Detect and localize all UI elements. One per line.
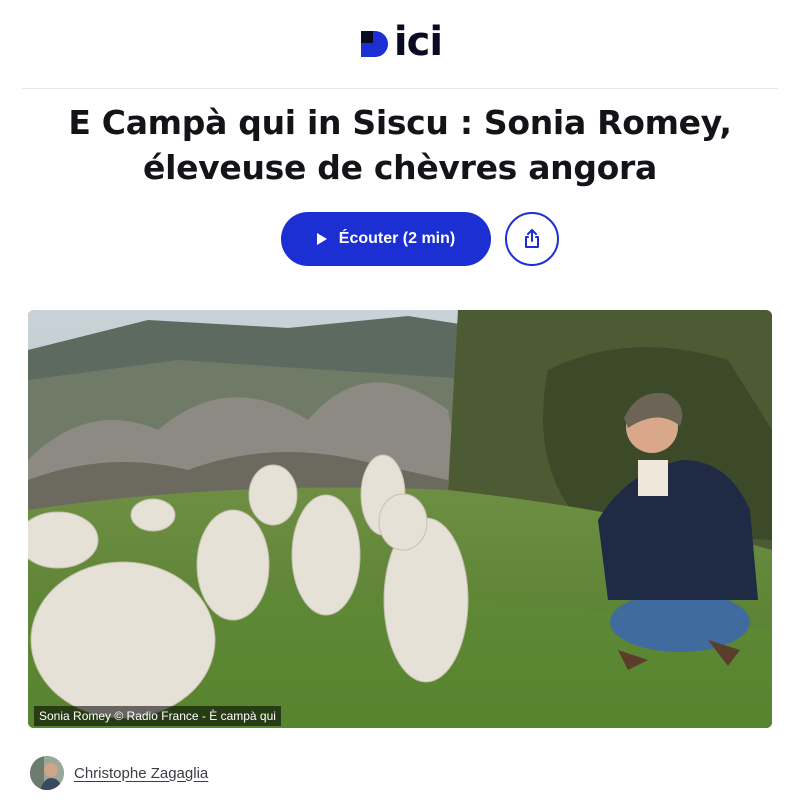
photo-caption: Sonia Romey © Radio France - È campà qui — [34, 706, 281, 726]
article-page: ici E Campà qui in Siscu : Sonia Romey, … — [0, 0, 800, 800]
listen-label: Écouter (2 min) — [338, 230, 456, 247]
listen-button[interactable]: Écouter (2 min) — [281, 212, 491, 266]
avatar[interactable] — [30, 756, 64, 790]
article-actions: Écouter (2 min) — [0, 212, 800, 266]
logo-text: ici — [393, 19, 443, 65]
avatar-image — [30, 756, 64, 790]
title-line-2: éleveuse de chèvres angora — [143, 148, 657, 187]
photo-goats-and-farmer — [28, 310, 772, 728]
share-icon — [525, 229, 539, 248]
article-photo — [28, 310, 772, 728]
ici-logo[interactable]: ici — [358, 19, 443, 65]
author-byline: Christophe Zagaglia — [30, 756, 208, 790]
play-icon — [316, 233, 327, 245]
share-button[interactable] — [505, 212, 559, 266]
title-line-1: E Campà qui in Siscu : Sonia Romey, — [68, 103, 732, 142]
header-divider — [22, 88, 778, 89]
ici-logo-mark — [360, 31, 388, 57]
article-title: E Campà qui in Siscu : Sonia Romey, élev… — [40, 100, 760, 190]
site-header: ici — [0, 0, 800, 88]
author-name-link[interactable]: Christophe Zagaglia — [74, 765, 208, 782]
